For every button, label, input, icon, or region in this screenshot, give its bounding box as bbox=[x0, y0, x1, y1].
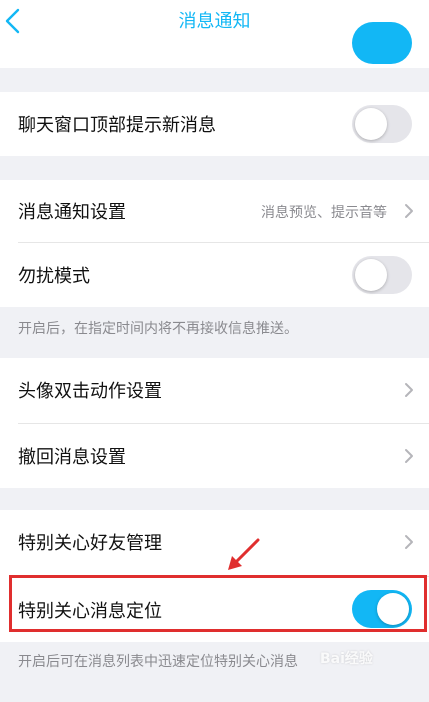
row-recall-settings[interactable]: 撤回消息设置 bbox=[0, 424, 429, 488]
chevron-right-icon bbox=[405, 449, 413, 463]
row-label: 头像双击动作设置 bbox=[18, 381, 162, 402]
group-notification: 消息通知设置 消息预览、提示音等 勿扰模式 bbox=[0, 180, 429, 307]
chevron-right-icon bbox=[405, 535, 413, 549]
toggle-knob bbox=[355, 259, 387, 291]
row-label: 勿扰模式 bbox=[18, 266, 90, 287]
watermark-text: Bai经验 bbox=[320, 651, 373, 667]
group-top-notice: 聊天窗口顶部提示新消息 bbox=[0, 92, 429, 156]
row-label: 特别关心好友管理 bbox=[18, 533, 162, 554]
row-label: 撤回消息设置 bbox=[18, 447, 126, 468]
annotation-arrow-icon bbox=[228, 538, 260, 570]
do-not-disturb-toggle[interactable] bbox=[352, 256, 412, 294]
group-avatar-recall: 头像双击动作设置 撤回消息设置 bbox=[0, 358, 429, 488]
row-do-not-disturb[interactable]: 勿扰模式 bbox=[0, 243, 429, 307]
special-care-locate-hint: 开启后可在消息列表中迅速定位特别关心消息 bbox=[18, 654, 298, 670]
row-notification-settings[interactable]: 消息通知设置 消息预览、提示音等 bbox=[0, 180, 429, 242]
previous-toggle-partial[interactable] bbox=[352, 22, 412, 64]
chevron-right-icon bbox=[405, 204, 413, 218]
row-top-notice[interactable]: 聊天窗口顶部提示新消息 bbox=[0, 92, 429, 156]
chevron-right-icon bbox=[405, 383, 413, 397]
toggle-knob bbox=[355, 108, 387, 140]
notification-settings-value: 消息预览、提示音等 bbox=[261, 205, 387, 221]
top-notice-toggle[interactable] bbox=[352, 105, 412, 143]
do-not-disturb-hint: 开启后，在指定时间内将不再接收信息推送。 bbox=[18, 321, 298, 337]
row-special-care-manage[interactable]: 特别关心好友管理 bbox=[0, 510, 429, 574]
highlight-box bbox=[9, 575, 427, 632]
row-label: 消息通知设置 bbox=[18, 202, 126, 223]
row-label: 聊天窗口顶部提示新消息 bbox=[18, 115, 216, 136]
previous-setting-row-partial bbox=[0, 22, 429, 68]
row-avatar-double-click[interactable]: 头像双击动作设置 bbox=[0, 358, 429, 422]
watermark: Bai经验 bbox=[320, 648, 426, 688]
